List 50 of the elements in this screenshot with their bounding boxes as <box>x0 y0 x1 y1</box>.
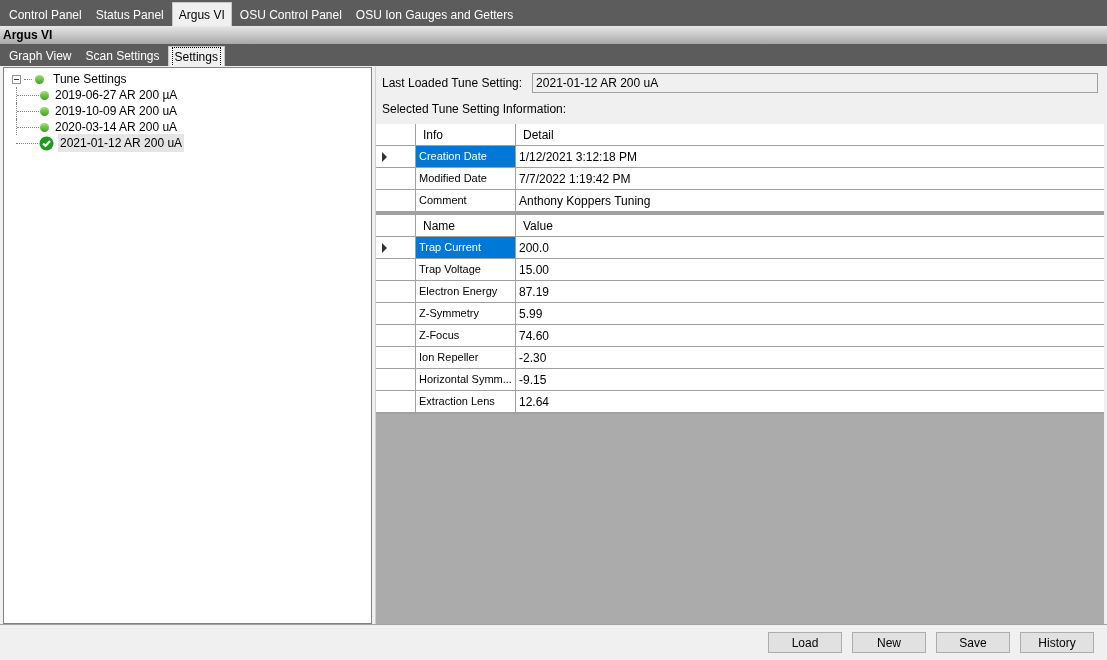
column-header: Name <box>416 215 516 236</box>
tab[interactable]: OSU Ion Gauges and Getters <box>349 4 520 26</box>
table-cell-text: 87.19 <box>518 283 551 301</box>
table-cell[interactable]: Ion Repeller <box>416 347 516 368</box>
tree-item[interactable]: Tune Settings <box>53 70 127 88</box>
table-cell[interactable]: Trap Current <box>416 237 516 258</box>
action-button[interactable]: Load <box>768 632 842 653</box>
tree-item[interactable]: 2021-01-12 AR 200 uA <box>58 134 185 152</box>
table-cell[interactable]: Horizontal Symm... <box>416 369 516 390</box>
panel-title: Argus VI <box>3 27 53 44</box>
column-header: Detail <box>522 126 555 144</box>
table-cell[interactable]: Z-Focus <box>416 325 516 346</box>
tab[interactable]: Argus VI <box>171 2 232 26</box>
table-cell-text: 5.99 <box>518 305 544 323</box>
action-button[interactable]: History <box>1020 632 1094 653</box>
last-loaded-label: Last Loaded Tune Setting: <box>382 75 523 92</box>
table-cell[interactable]: Extraction Lens <box>416 391 516 412</box>
table-cell[interactable]: Z-Symmetry <box>416 303 516 324</box>
tab[interactable]: OSU Control Panel <box>233 4 348 26</box>
action-button[interactable]: New <box>852 632 926 653</box>
table-cell-text: 1/12/2021 3:12:18 PM <box>518 148 639 166</box>
table-cell-text: 15.00 <box>518 261 551 279</box>
tab[interactable]: Scan Settings <box>79 46 166 66</box>
table-cell-text: Anthony Koppers Tuning <box>518 192 652 210</box>
table-cell-text: -2.30 <box>518 349 548 367</box>
table-cell-text: -9.15 <box>518 371 548 389</box>
tab[interactable]: Settings <box>167 46 225 66</box>
collapse-icon[interactable] <box>12 74 21 84</box>
table-cell[interactable]: Modified Date <box>416 168 516 189</box>
table-cell-text: 74.60 <box>518 327 551 345</box>
column-header: Value <box>522 217 554 235</box>
tree-item[interactable]: 2019-06-27 AR 200 µA <box>53 86 180 104</box>
table-cell-text: 12.64 <box>518 393 551 411</box>
column-header: Info <box>416 124 516 145</box>
tree-item[interactable]: 2020-03-14 AR 200 uA <box>53 118 180 136</box>
table-cell[interactable]: Electron Energy <box>416 281 516 302</box>
table-cell-text: 7/7/2022 1:19:42 PM <box>518 170 632 188</box>
last-loaded-field: 2021-01-12 AR 200 uA <box>532 73 1098 93</box>
info-caption: Selected Tune Setting Information: <box>382 101 568 118</box>
table-cell[interactable]: Trap Voltage <box>416 259 516 280</box>
tab[interactable]: Status Panel <box>89 4 170 26</box>
table-cell[interactable]: Comment <box>416 190 516 211</box>
table-cell-text: 200.0 <box>518 239 551 257</box>
table-cell[interactable]: Creation Date <box>416 146 516 167</box>
action-button[interactable]: Save <box>936 632 1010 653</box>
row-pointer-icon <box>382 151 387 162</box>
tab[interactable]: Graph View <box>3 46 78 66</box>
tab[interactable]: Control Panel <box>3 4 88 26</box>
row-pointer-icon <box>382 242 387 253</box>
tree-item[interactable]: 2019-10-09 AR 200 uA <box>53 102 180 120</box>
